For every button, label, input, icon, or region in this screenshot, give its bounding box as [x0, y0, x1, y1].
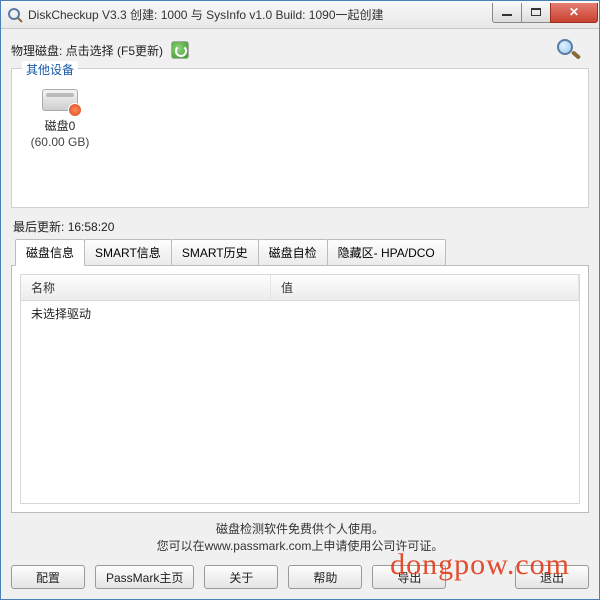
minimize-button[interactable]: [492, 3, 522, 23]
column-value[interactable]: 值: [271, 275, 579, 300]
search-icon[interactable]: [553, 37, 585, 63]
tab-selfcheck[interactable]: 磁盘自检: [258, 239, 328, 266]
button-row: 配置 PassMark主页 关于 帮助 导出 退出: [11, 565, 589, 589]
tab-bar: 磁盘信息 SMART信息 SMART历史 磁盘自检 隐藏区- HPA/DCO: [11, 239, 589, 266]
close-button[interactable]: ✕: [550, 3, 598, 23]
last-update: 最后更新: 16:58:20: [13, 218, 589, 235]
physical-disk-label: 物理磁盘: 点击选择 (F5更新): [11, 42, 163, 59]
disk-icon: [40, 85, 80, 115]
listview[interactable]: 名称 值 未选择驱动: [20, 274, 580, 504]
toolbar-row: 物理磁盘: 点击选择 (F5更新): [11, 37, 589, 63]
config-button[interactable]: 配置: [11, 565, 85, 589]
devices-group-title: 其他设备: [22, 61, 78, 78]
maximize-button[interactable]: [521, 3, 551, 23]
devices-group: 其他设备 磁盘0 (60.00 GB): [11, 68, 589, 208]
tab-hpa-dco[interactable]: 隐藏区- HPA/DCO: [327, 239, 446, 266]
export-button[interactable]: 导出: [372, 565, 446, 589]
tab-smart-info[interactable]: SMART信息: [84, 239, 172, 266]
tab-panel: 名称 值 未选择驱动: [11, 265, 589, 513]
listview-body: 未选择驱动: [21, 301, 579, 326]
tab-disk-info[interactable]: 磁盘信息: [15, 239, 85, 266]
exit-button[interactable]: 退出: [515, 565, 589, 589]
about-button[interactable]: 关于: [204, 565, 278, 589]
footer-text: 磁盘检测软件免费供个人使用。 您可以在www.passmark.com上申请使用…: [11, 521, 589, 555]
window-controls: ✕: [493, 3, 599, 23]
help-button[interactable]: 帮助: [288, 565, 362, 589]
tab-smart-history[interactable]: SMART历史: [171, 239, 259, 266]
app-icon: [7, 7, 23, 23]
disk-item[interactable]: 磁盘0 (60.00 GB): [20, 85, 100, 150]
content-area: 物理磁盘: 点击选择 (F5更新) 其他设备 磁盘0 (60.00 GB) 最后…: [1, 29, 599, 599]
titlebar[interactable]: DiskCheckup V3.3 创建: 1000 与 SysInfo v1.0…: [1, 1, 599, 29]
refresh-icon[interactable]: [171, 41, 189, 59]
disk-size: (60.00 GB): [20, 135, 100, 151]
empty-row: 未选择驱动: [31, 305, 569, 322]
app-window: DiskCheckup V3.3 创建: 1000 与 SysInfo v1.0…: [0, 0, 600, 600]
disk-name: 磁盘0: [20, 119, 100, 135]
passmark-button[interactable]: PassMark主页: [95, 565, 194, 589]
column-name[interactable]: 名称: [21, 275, 271, 300]
window-title: DiskCheckup V3.3 创建: 1000 与 SysInfo v1.0…: [28, 6, 493, 23]
listview-header: 名称 值: [21, 275, 579, 301]
